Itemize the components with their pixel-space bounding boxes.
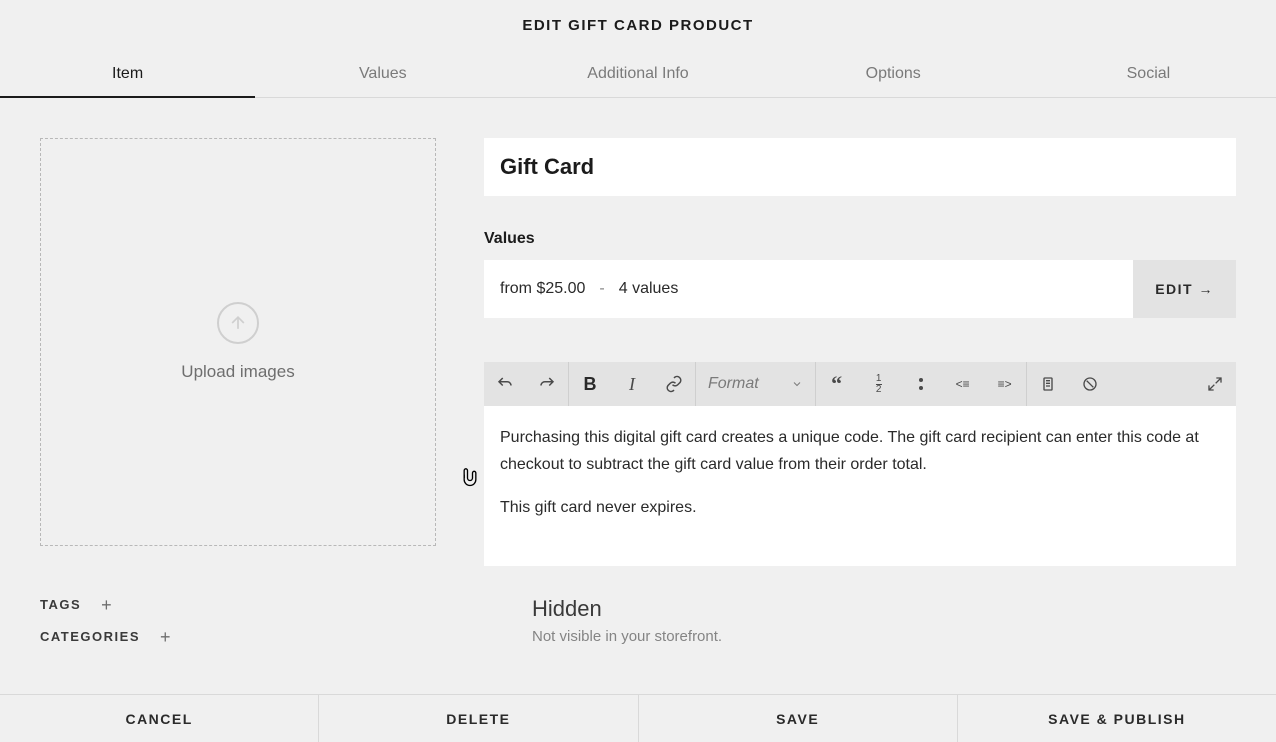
- categories-row: CATEGORIES +: [40, 628, 436, 646]
- outdent-icon[interactable]: <≡: [942, 362, 984, 406]
- cancel-button[interactable]: CANCEL: [0, 695, 319, 742]
- values-section-label: Values: [484, 230, 1236, 248]
- tab-additional-info[interactable]: Additional Info: [510, 50, 765, 97]
- bullet-list-icon[interactable]: [900, 362, 942, 406]
- paste-icon[interactable]: [1027, 362, 1069, 406]
- expand-icon[interactable]: [1194, 362, 1236, 406]
- tab-social[interactable]: Social: [1021, 50, 1276, 97]
- editor-content[interactable]: Purchasing this digital gift card create…: [484, 406, 1236, 566]
- save-publish-button[interactable]: SAVE & PUBLISH: [958, 695, 1276, 742]
- tab-bar: Item Values Additional Info Options Soci…: [0, 50, 1276, 98]
- redo-icon[interactable]: [526, 362, 568, 406]
- format-dropdown[interactable]: Format: [696, 362, 815, 406]
- product-title-input[interactable]: [484, 138, 1236, 196]
- format-label: Format: [708, 375, 759, 393]
- categories-label: CATEGORIES: [40, 629, 140, 644]
- values-separator: -: [599, 280, 604, 298]
- save-button[interactable]: SAVE: [639, 695, 958, 742]
- modal-title: EDIT GIFT CARD PRODUCT: [522, 17, 753, 34]
- description-paragraph: Purchasing this digital gift card create…: [500, 424, 1220, 478]
- tags-label: TAGS: [40, 597, 81, 612]
- action-footer: CANCEL DELETE SAVE SAVE & PUBLISH: [0, 694, 1276, 742]
- values-summary-row: from $25.00 - 4 values EDIT →: [484, 260, 1236, 318]
- add-category-button[interactable]: +: [160, 628, 172, 646]
- upload-icon: [217, 302, 259, 344]
- italic-button[interactable]: I: [611, 362, 653, 406]
- editor-toolbar: B I Format “ 12 <≡ ≡>: [484, 362, 1236, 406]
- upload-label: Upload images: [181, 362, 294, 382]
- tab-item[interactable]: Item: [0, 50, 255, 97]
- delete-button[interactable]: DELETE: [319, 695, 638, 742]
- image-upload-dropzone[interactable]: Upload images: [40, 138, 436, 546]
- undo-icon[interactable]: [484, 362, 526, 406]
- numbered-list-icon[interactable]: 12: [858, 362, 900, 406]
- visibility-title: Hidden: [532, 596, 1236, 622]
- add-tag-button[interactable]: +: [101, 596, 113, 614]
- modal-header: EDIT GIFT CARD PRODUCT: [0, 0, 1276, 50]
- edit-values-button[interactable]: EDIT →: [1133, 260, 1236, 318]
- indent-icon[interactable]: ≡>: [984, 362, 1026, 406]
- quote-icon[interactable]: “: [816, 362, 858, 406]
- tags-row: TAGS +: [40, 596, 436, 614]
- link-icon[interactable]: [653, 362, 695, 406]
- tab-values[interactable]: Values: [255, 50, 510, 97]
- description-editor: B I Format “ 12 <≡ ≡>: [484, 362, 1236, 566]
- tab-options[interactable]: Options: [766, 50, 1021, 97]
- clear-formatting-icon[interactable]: [1069, 362, 1111, 406]
- values-count: 4 values: [619, 280, 679, 298]
- visibility-subtitle: Not visible in your storefront.: [532, 628, 1236, 645]
- description-paragraph: This gift card never expires.: [500, 494, 1220, 521]
- chevron-down-icon: [791, 378, 803, 390]
- values-from-price: from $25.00: [500, 280, 585, 298]
- bold-button[interactable]: B: [569, 362, 611, 406]
- visibility-status[interactable]: Hidden Not visible in your storefront.: [484, 596, 1236, 660]
